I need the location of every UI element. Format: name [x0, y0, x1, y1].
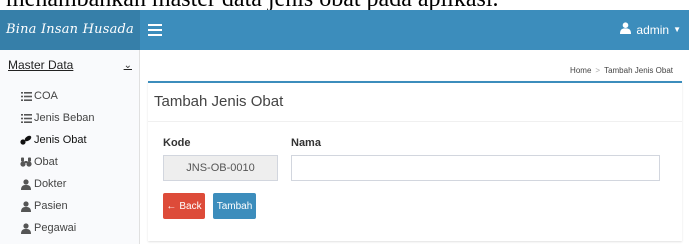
nama-label: Nama: [291, 137, 321, 149]
sidebar-section-label: Master Data: [8, 58, 74, 72]
breadcrumb-home[interactable]: Home: [570, 66, 591, 75]
form-box: Tambah Jenis Obat Kode Nama ←Back Tambah: [148, 81, 682, 241]
nama-field[interactable]: [291, 155, 660, 181]
brand-logo[interactable]: Bina Insan Husada: [0, 10, 140, 50]
sidebar: Master Data ⌄ COA Jenis Beban Jenis Obat…: [0, 50, 140, 244]
sidebar-item-label: Pasien: [34, 200, 68, 212]
kode-field[interactable]: [163, 155, 278, 181]
kode-label: Kode: [163, 137, 191, 149]
breadcrumb-separator: >: [595, 66, 601, 75]
user-icon: [20, 222, 32, 234]
sidebar-section-master-data[interactable]: Master Data ⌄: [8, 56, 132, 74]
sidebar-item-pegawai[interactable]: Pegawai: [20, 219, 135, 237]
user-icon: [20, 178, 32, 190]
back-button[interactable]: ← Back: [163, 193, 205, 219]
sidebar-item-jenis-obat[interactable]: Jenis Obat: [20, 131, 135, 149]
sidebar-item-obat[interactable]: Obat: [20, 153, 135, 171]
breadcrumb-current: Tambah Jenis Obat: [604, 66, 673, 75]
breadcrumb: Home > Tambah Jenis Obat: [570, 66, 673, 75]
sidebar-item-jenis-beban[interactable]: Jenis Beban: [20, 109, 135, 127]
sidebar-item-label: Dokter: [34, 178, 67, 190]
tambah-button[interactable]: Tambah: [213, 193, 256, 219]
binoculars-icon: [20, 157, 32, 168]
user-icon: [20, 200, 32, 212]
divider: [148, 121, 682, 122]
sidebar-item-label: Obat: [34, 156, 58, 168]
sidebar-item-dokter[interactable]: Dokter: [20, 175, 135, 193]
hamburger-icon[interactable]: [148, 20, 164, 40]
back-button-label: Back: [179, 200, 202, 212]
user-menu[interactable]: admin ▼: [620, 10, 681, 50]
form-title: Tambah Jenis Obat: [154, 93, 284, 110]
sidebar-item-label: Pegawai: [34, 222, 77, 234]
user-icon: [620, 10, 632, 50]
pills-icon: [20, 135, 32, 146]
sidebar-item-coa[interactable]: COA: [20, 87, 135, 105]
sidebar-item-label: Jenis Beban: [34, 112, 95, 124]
sidebar-item-pasien[interactable]: Pasien: [20, 197, 135, 215]
chevron-down-icon: ▼: [673, 25, 681, 34]
list-icon: [20, 113, 32, 124]
sidebar-item-label: Jenis Obat: [34, 134, 87, 146]
arrow-left-icon: ←: [166, 200, 177, 212]
list-icon: [20, 91, 32, 102]
user-name: admin: [636, 23, 670, 37]
chevron-down-icon: ⌄: [123, 59, 132, 71]
sidebar-item-label: COA: [34, 90, 58, 102]
top-navbar: Bina Insan Husada admin ▼: [0, 10, 689, 50]
